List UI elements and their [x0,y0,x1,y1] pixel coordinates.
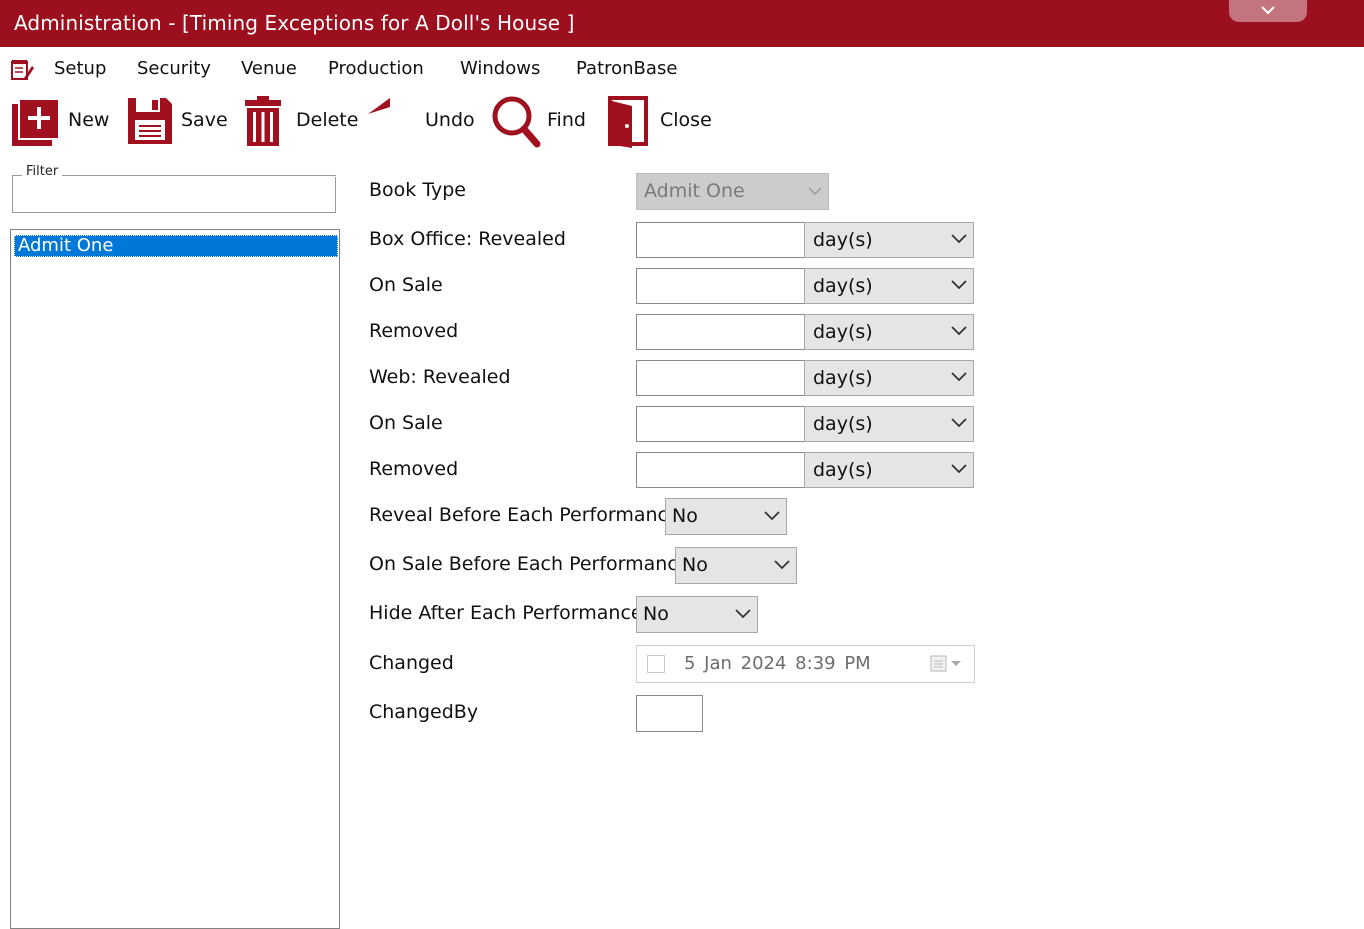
menu-bar: Setup Security Venue Production Windows … [0,52,1364,86]
menu-windows[interactable]: Windows [460,58,540,79]
menu-production[interactable]: Production [328,58,424,79]
chevron-down-icon [735,609,751,619]
hide-after-each-select[interactable]: No [636,596,758,633]
chevron-down-icon [951,464,967,474]
ribbon-toggle-button[interactable] [1229,0,1307,22]
delete-button[interactable]: Delete [243,94,359,148]
chevron-down-icon [808,187,822,196]
box-office-on-sale-label: On Sale [369,274,443,296]
book-type-value: Admit One [644,180,745,202]
box-office-on-sale-input[interactable] [636,268,805,304]
web-revealed-unit-select[interactable]: day(s) [804,360,974,396]
unit-value: day(s) [813,413,873,435]
select-value: No [643,603,669,625]
window-title: Administration - [Timing Exceptions for … [14,11,575,35]
box-office-removed-unit-select[interactable]: day(s) [804,314,974,350]
title-bar: Administration - [Timing Exceptions for … [0,0,1364,47]
trash-icon [245,96,281,146]
book-type-select: Admit One [636,173,829,210]
list-item[interactable]: Admit One [14,235,338,257]
on-sale-before-each-select[interactable]: No [675,547,797,584]
toolbar: New Save Delete Undo Find Close [0,94,1364,150]
web-removed-unit-select[interactable]: day(s) [804,452,974,488]
new-button[interactable]: New [10,94,115,148]
find-label: Find [547,109,586,131]
chevron-down-icon [951,326,967,336]
unit-value: day(s) [813,459,873,481]
chevron-down-icon [1261,6,1275,15]
undo-button[interactable]: Undo [366,94,478,148]
chevron-down-icon [774,560,790,570]
unit-value: day(s) [813,275,873,297]
new-label: New [68,109,110,131]
box-office-on-sale-unit-select[interactable]: day(s) [804,268,974,304]
book-type-list[interactable]: Admit One [10,229,340,929]
notepad-icon[interactable] [10,58,34,86]
changed-value: 5 Jan 2024 8:39 PM [684,653,871,674]
filter-legend: Filter [22,164,63,179]
chevron-down-icon [951,418,967,428]
floppy-disk-icon [128,98,172,144]
web-on-sale-unit-select[interactable]: day(s) [804,406,974,442]
changed-checkbox [647,655,665,673]
web-removed-input[interactable] [636,452,805,488]
menu-venue[interactable]: Venue [241,58,297,79]
web-revealed-label: Web: Revealed [369,366,511,388]
close-label: Close [660,109,712,131]
unit-value: day(s) [813,229,873,251]
reveal-before-each-label: Reveal Before Each Performance [369,504,680,526]
changed-label: Changed [369,652,454,674]
web-on-sale-label: On Sale [369,412,443,434]
undo-label: Undo [425,109,475,131]
web-revealed-input[interactable] [636,360,805,396]
book-type-label: Book Type [369,179,466,201]
hide-after-each-label: Hide After Each Performance [369,602,643,624]
web-removed-label: Removed [369,458,459,480]
select-value: No [682,554,708,576]
calendar-dropdown-icon [930,655,961,672]
find-button[interactable]: Find [490,94,590,148]
changed-date-picker: 5 Jan 2024 8:39 PM [636,645,975,683]
select-value: No [672,505,698,527]
box-office-revealed-unit-select[interactable]: day(s) [804,222,974,258]
box-office-revealed-input[interactable] [636,222,805,258]
chevron-down-icon [764,511,780,521]
new-record-icon [12,98,60,146]
menu-security[interactable]: Security [137,58,211,79]
save-label: Save [181,109,228,131]
reveal-before-each-select[interactable]: No [665,498,787,535]
changed-by-label: ChangedBy [369,701,479,723]
door-exit-icon [608,96,648,148]
box-office-removed-label: Removed [369,320,459,342]
chevron-down-icon [951,280,967,290]
box-office-removed-input[interactable] [636,314,805,350]
delete-label: Delete [296,109,359,131]
filter-input[interactable] [14,180,336,212]
chevron-down-icon [951,234,967,244]
web-on-sale-input[interactable] [636,406,805,442]
changed-by-input[interactable] [636,695,703,732]
close-button[interactable]: Close [604,94,714,148]
undo-arrow-icon [368,98,390,114]
box-office-revealed-label: Box Office: Revealed [369,228,566,250]
save-button[interactable]: Save [126,94,230,148]
menu-patronbase[interactable]: PatronBase [576,58,677,79]
menu-setup[interactable]: Setup [54,58,106,79]
on-sale-before-each-label: On Sale Before Each Performance [369,553,690,575]
unit-value: day(s) [813,321,873,343]
unit-value: day(s) [813,367,873,389]
chevron-down-icon [951,372,967,382]
magnifier-icon [492,96,541,148]
